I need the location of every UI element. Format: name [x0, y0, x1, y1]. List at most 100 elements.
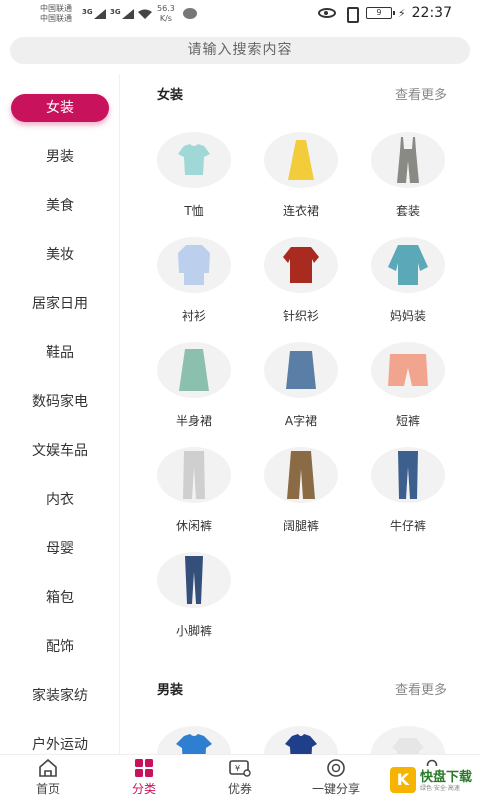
category-label: 套装	[395, 204, 420, 218]
tab-label: 优券	[227, 782, 252, 796]
signal-icon	[94, 9, 106, 19]
category-item-set[interactable]: 套装	[362, 132, 454, 228]
home-icon	[37, 758, 59, 777]
shirt-icon	[157, 237, 231, 293]
watermark-logo: K 快盘下载 绿色·安全·高速	[388, 766, 476, 796]
sidebar-item-men[interactable]: 男装	[0, 137, 120, 177]
section-title: 男装	[157, 683, 184, 698]
tab-label: 一键分享	[311, 782, 360, 796]
category-label: 衬衫	[181, 309, 206, 323]
shorts-icon	[371, 342, 445, 398]
carrier-info: 中国联通 中国联通	[40, 4, 72, 24]
category-label: 妈妈装	[389, 309, 426, 323]
sidebar-item-entertainment[interactable]: 文娱车品	[0, 431, 120, 471]
view-more-link[interactable]: 查看更多	[395, 84, 447, 103]
category-item-skinny[interactable]: 小脚裤	[148, 552, 240, 648]
skinny-pants-icon	[157, 552, 231, 608]
sidebar-item-label: 女装	[11, 94, 109, 122]
category-label: 阔腿裤	[282, 519, 319, 533]
clock: 22:37	[411, 5, 452, 21]
category-label: T恤	[184, 204, 204, 218]
sidebar-item-bags[interactable]: 箱包	[0, 578, 120, 618]
category-content: 女装 查看更多 T恤 连衣裙 套装 衬衫 针织衫 妈妈装 半身裙 A字裙 短裤 …	[132, 74, 472, 754]
tab-home[interactable]: 首页	[8, 758, 88, 797]
category-item-skirt[interactable]: 半身裙	[148, 342, 240, 438]
carrier-2: 中国联通	[40, 14, 72, 23]
men-tshirt-icon	[157, 726, 231, 754]
category-label: 短裤	[395, 414, 420, 428]
knit-sweater-icon	[264, 237, 338, 293]
coupon-icon: ¥	[229, 759, 251, 777]
category-label: 针织衫	[282, 309, 319, 323]
view-more-link[interactable]: 查看更多	[395, 679, 447, 698]
network-speed: 56.3 K/s	[157, 4, 175, 24]
dress-icon	[264, 132, 338, 188]
sidebar-item-women[interactable]: 女装	[0, 88, 120, 128]
svg-text:¥: ¥	[235, 764, 240, 773]
category-item-jeans[interactable]: 牛仔裤	[362, 447, 454, 543]
charging-icon: ⚡	[397, 6, 406, 20]
battery-icon: 9	[365, 7, 395, 19]
category-item-wide-leg[interactable]: 阔腿裤	[255, 447, 347, 543]
category-item-men-3[interactable]	[362, 726, 454, 754]
category-item-men-2[interactable]	[255, 726, 347, 754]
sidebar-item-food[interactable]: 美食	[0, 186, 120, 226]
watermark-sub: 绿色·安全·高速	[420, 785, 460, 792]
carrier-1: 中国联通	[40, 4, 72, 13]
jeans-icon	[371, 447, 445, 503]
section-header: 女装 查看更多	[157, 84, 447, 104]
tshirt-icon	[157, 132, 231, 188]
sidebar-item-underwear[interactable]: 内衣	[0, 480, 120, 520]
sidebar-item-baby[interactable]: 母婴	[0, 529, 120, 569]
tab-category[interactable]: 分类	[104, 759, 184, 797]
vibrate-icon	[342, 7, 360, 23]
tab-coupon[interactable]: ¥ 优券	[200, 759, 280, 797]
sidebar-item-shoes[interactable]: 鞋品	[0, 333, 120, 373]
sidebar-item-home[interactable]: 居家日用	[0, 284, 120, 324]
signal-icon	[122, 9, 134, 19]
search-input[interactable]: 请输入搜索内容	[10, 37, 470, 64]
sidebar-item-makeup[interactable]: 美妆	[0, 235, 120, 275]
skirt-icon	[157, 342, 231, 398]
section-title: 女装	[157, 88, 184, 103]
share-icon	[325, 759, 347, 777]
category-label: 半身裙	[175, 414, 212, 428]
message-icon	[183, 8, 197, 19]
tab-label: 分类	[131, 782, 156, 796]
category-label: A字裙	[284, 414, 318, 428]
men-polo-icon	[264, 726, 338, 754]
category-label: 小脚裤	[175, 624, 212, 638]
category-item-casual-pants[interactable]: 休闲裤	[148, 447, 240, 543]
tab-label: 首页	[35, 782, 60, 796]
category-item-shorts[interactable]: 短裤	[362, 342, 454, 438]
category-item-tshirt[interactable]: T恤	[148, 132, 240, 228]
status-right: 9 ⚡ 22:37	[317, 5, 452, 23]
watermark-logo-icon: K	[390, 767, 416, 793]
network-type-1: 3G	[82, 8, 93, 16]
category-label: 牛仔裤	[389, 519, 426, 533]
status-bar: 中国联通 中国联通 3G 3G 56.3 K/s 9 ⚡ 22:37	[0, 0, 480, 30]
category-item-knit[interactable]: 针织衫	[255, 237, 347, 333]
sidebar-item-accessories[interactable]: 配饰	[0, 627, 120, 667]
a-line-skirt-icon	[264, 342, 338, 398]
category-item-men-1[interactable]	[148, 726, 240, 754]
wide-leg-pants-icon	[264, 447, 338, 503]
category-item-a-line[interactable]: A字裙	[255, 342, 347, 438]
wifi-icon	[138, 9, 152, 19]
category-item-dress[interactable]: 连衣裙	[255, 132, 347, 228]
suit-set-icon	[371, 132, 445, 188]
sidebar-item-decor[interactable]: 家装家纺	[0, 676, 120, 716]
speed-value: 56.3	[157, 4, 175, 13]
mom-blouse-icon	[371, 237, 445, 293]
tab-share[interactable]: 一键分享	[296, 759, 376, 797]
speed-unit: K/s	[159, 14, 172, 23]
category-item-mom[interactable]: 妈妈装	[362, 237, 454, 333]
category-label: 休闲裤	[175, 519, 212, 533]
category-grid-icon	[133, 759, 155, 777]
sidebar-item-digital[interactable]: 数码家电	[0, 382, 120, 422]
category-item-shirt[interactable]: 衬衫	[148, 237, 240, 333]
men-jacket-icon	[371, 726, 445, 754]
section-header: 男装 查看更多	[157, 679, 447, 699]
eye-comfort-icon	[317, 8, 336, 18]
category-sidebar: 女装 男装 美食 美妆 居家日用 鞋品 数码家电 文娱车品 内衣 母婴 箱包 配…	[0, 74, 120, 754]
